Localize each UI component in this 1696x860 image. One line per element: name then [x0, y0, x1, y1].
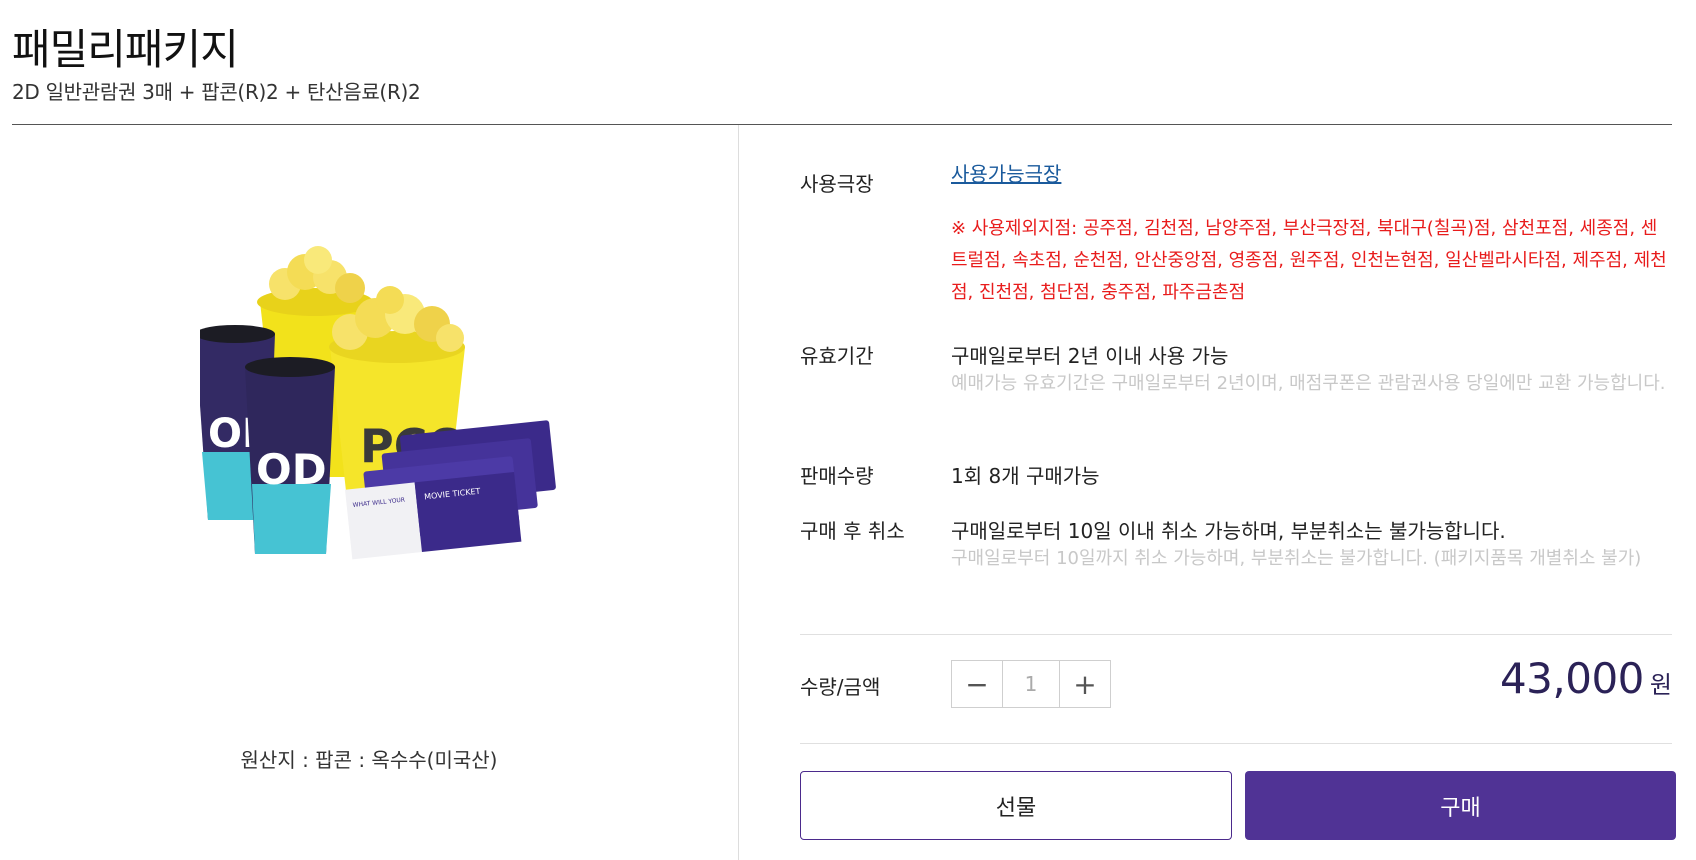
decrease-quantity-button[interactable]: −: [952, 661, 1002, 707]
cancel-label: 구매 후 취소: [800, 519, 905, 543]
excluded-theaters-notice: ※ 사용제외지점: 공주점, 김천점, 남양주점, 부산극장점, 북대구(칠곡)…: [951, 218, 1667, 303]
theater-value: 사용가능극장: [951, 158, 1671, 187]
cancel-note: 구매일로부터 10일까지 취소 가능하며, 부분취소는 불가합니다. (패키지품…: [951, 548, 1642, 569]
theater-label: 사용극장: [800, 172, 874, 196]
total-price: 43,000 원: [1500, 654, 1672, 703]
increase-quantity-button[interactable]: +: [1060, 661, 1110, 707]
validity-value: 구매일로부터 2년 이내 사용 가능: [951, 344, 1229, 368]
quantity-value[interactable]: 1: [1002, 661, 1060, 707]
quantity-stepper: − 1 +: [951, 660, 1111, 708]
purchase-divider: [800, 743, 1672, 744]
svg-text:OD: OD: [256, 445, 327, 494]
product-detail-page: 패밀리패키지 2D 일반관람권 3매 + 팝콘(R)2 + 탄산음료(R)2 P…: [0, 0, 1696, 860]
quantity-amount-label: 수량/금액: [800, 675, 881, 699]
cancel-value: 구매일로부터 10일 이내 취소 가능하며, 부분취소는 불가능합니다.: [951, 519, 1506, 543]
column-divider: [738, 125, 739, 860]
price-unit: 원: [1649, 671, 1672, 699]
page-title: 패밀리패키지: [12, 25, 239, 74]
product-subtitle: 2D 일반관람권 3매 + 팝콘(R)2 + 탄산음료(R)2: [12, 80, 421, 104]
header-divider: [12, 124, 1672, 125]
sales-qty-label: 판매수량: [800, 464, 874, 488]
price-amount: 43,000: [1499, 654, 1644, 703]
available-theaters-link[interactable]: 사용가능극장: [951, 162, 1061, 186]
info-divider: [800, 634, 1672, 635]
product-image: PCO OD OD MOVIE TICKET WHAT WILL YOUR: [200, 246, 556, 560]
validity-note: 예매가능 유효기간은 구매일로부터 2년이며, 매점쿠폰은 관람권사용 당일에만…: [951, 373, 1666, 394]
validity-label: 유효기간: [800, 344, 874, 368]
gift-button[interactable]: 선물: [800, 771, 1232, 840]
origin-info: 원산지 : 팝콘 : 옥수수(미국산): [240, 748, 498, 772]
buy-button[interactable]: 구매: [1245, 771, 1676, 840]
sales-qty-value: 1회 8개 구매가능: [951, 464, 1100, 488]
